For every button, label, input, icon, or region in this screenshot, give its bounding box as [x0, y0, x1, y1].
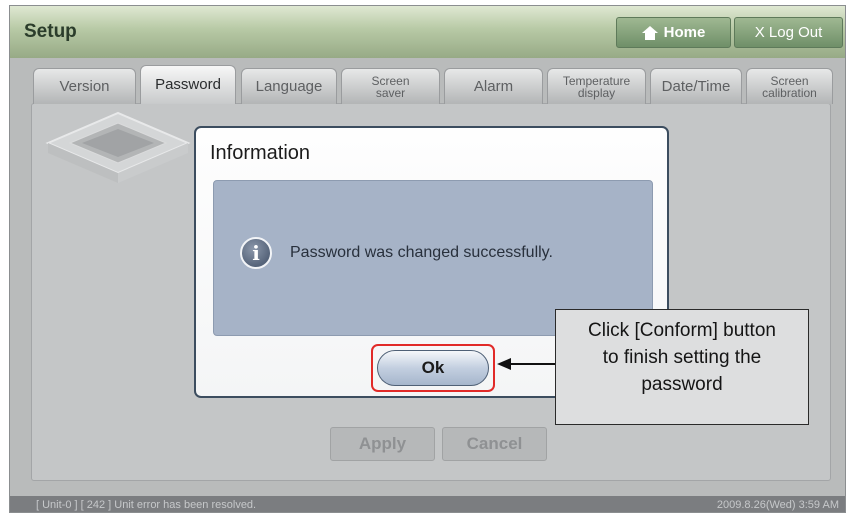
- status-message: [ Unit-0 ] [ 242 ] Unit error has been r…: [36, 499, 257, 511]
- tab-temperature-display-label-2: display: [577, 85, 616, 100]
- tab-password[interactable]: Password: [140, 65, 236, 104]
- tab-temperature-display-label-1: Temperature: [562, 73, 631, 88]
- tab-version[interactable]: Version: [33, 68, 136, 104]
- tab-screen-calibration[interactable]: Screen calibration: [746, 68, 833, 104]
- tab-bar: Version Password Language Screen saver A…: [33, 65, 833, 106]
- tab-password-label: Password: [155, 76, 221, 93]
- callout-line-3: password: [641, 374, 723, 395]
- tab-version-label: Version: [59, 77, 110, 95]
- tab-date-time[interactable]: Date/Time: [650, 68, 742, 104]
- home-button-label: Home: [663, 24, 706, 41]
- tab-screen-saver-label-1: Screen: [371, 73, 410, 88]
- callout-line-2: to finish setting the: [602, 347, 762, 368]
- status-bar: [ Unit-0 ] [ 242 ] Unit error has been r…: [10, 496, 845, 512]
- callout-line-1: Click [Conform] button: [588, 320, 776, 341]
- status-datetime: 2009.8.26(Wed) 3:59 AM: [716, 499, 839, 511]
- tab-screen-saver[interactable]: Screen saver: [341, 68, 440, 104]
- logout-button[interactable]: X Log Out: [734, 17, 843, 48]
- callout-arrow: [497, 358, 555, 370]
- apply-button-label: Apply: [358, 434, 407, 453]
- apply-button[interactable]: Apply: [330, 427, 435, 461]
- page-title: Setup: [24, 21, 77, 42]
- tab-date-time-label: Date/Time: [661, 77, 731, 95]
- dialog-title: Information: [210, 142, 311, 164]
- cancel-button-label: Cancel: [466, 434, 523, 453]
- home-button[interactable]: Home: [616, 17, 731, 48]
- tab-language[interactable]: Language: [241, 68, 337, 104]
- tab-temperature-display[interactable]: Temperature display: [547, 68, 646, 104]
- tab-language-label: Language: [255, 77, 323, 95]
- ok-button[interactable]: Ok: [377, 350, 489, 386]
- instruction-callout: Click [Conform] button to finish setting…: [555, 309, 809, 425]
- tab-alarm-label: Alarm: [473, 77, 514, 95]
- dialog-message: Password was changed successfully.: [290, 244, 553, 261]
- tab-alarm[interactable]: Alarm: [444, 68, 543, 104]
- tab-screen-calibration-label-2: calibration: [762, 85, 817, 100]
- home-icon: [641, 25, 658, 40]
- ok-button-label: Ok: [421, 358, 445, 377]
- indoor-unit-image: [45, 111, 191, 183]
- title-bar: Setup Home X Log Out: [10, 6, 845, 58]
- cancel-button[interactable]: Cancel: [442, 427, 547, 461]
- logout-button-label: X Log Out: [754, 24, 823, 41]
- tab-screen-saver-label-2: saver: [375, 85, 406, 100]
- tab-screen-calibration-label-1: Screen: [770, 73, 809, 88]
- info-icon: i: [240, 237, 272, 269]
